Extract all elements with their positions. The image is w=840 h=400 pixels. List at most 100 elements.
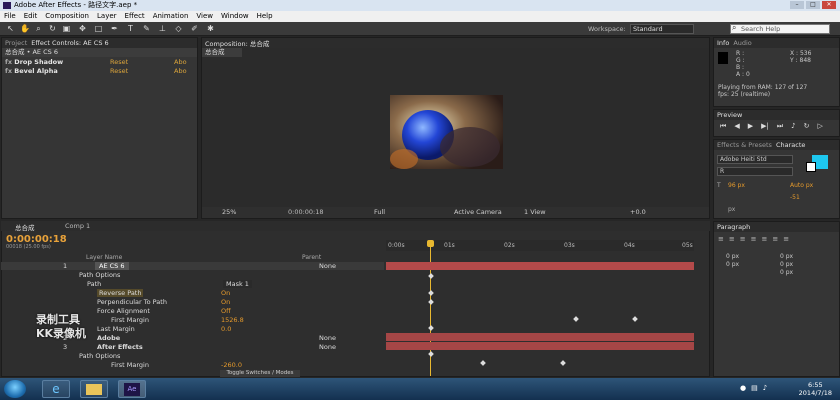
tray-icon[interactable]: ● (740, 384, 746, 392)
leading-value[interactable]: Auto px (790, 182, 813, 189)
type-tool-icon[interactable]: T (126, 24, 135, 33)
start-button[interactable] (4, 380, 26, 398)
zoom-select[interactable]: 25% (222, 208, 236, 217)
exposure-value[interactable]: +0.0 (630, 208, 646, 217)
about-drop-shadow-link[interactable]: Abo (174, 58, 187, 66)
layer-property-row[interactable]: Reverse Path On (1, 289, 384, 297)
hand-tool-icon[interactable]: ✋ (20, 24, 30, 33)
justify-center-icon[interactable]: ≡ (762, 235, 768, 243)
search-help-input[interactable]: Search Help (730, 24, 830, 34)
brush-tool-icon[interactable]: ✎ (142, 24, 151, 33)
tab-audio[interactable]: Audio (733, 39, 751, 47)
rotate-tool-icon[interactable]: ↻ (48, 24, 57, 33)
tracking-value[interactable]: -51 (790, 194, 800, 201)
font-family-select[interactable]: Adobe Heiti Std (717, 155, 793, 164)
font-size-icon: T (717, 182, 721, 189)
taskbar-clock[interactable]: 6:55 2014/7/18 (799, 381, 832, 397)
justify-right-icon[interactable]: ≡ (772, 235, 778, 243)
menu-composition[interactable]: Composition (45, 11, 89, 22)
layer-property-row[interactable]: Path Options (1, 271, 384, 279)
ie-taskbar-icon[interactable]: e (42, 380, 70, 398)
menu-help[interactable]: Help (257, 11, 273, 22)
next-frame-icon[interactable]: ▶| (761, 122, 769, 131)
tab-timeline-comp1[interactable]: Comp 1 (65, 222, 90, 230)
effect-bevel-alpha[interactable]: fx Bevel Alpha (5, 67, 58, 75)
stroke-color-swatch[interactable] (806, 162, 816, 172)
tab-project[interactable]: Project (5, 39, 27, 47)
layer-property-row[interactable]: Path Options (1, 352, 384, 360)
justify-all-icon[interactable]: ≡ (783, 235, 789, 243)
tab-character[interactable]: Characte (776, 141, 805, 149)
loop-icon[interactable]: ↻ (804, 122, 810, 131)
clone-tool-icon[interactable]: ⊥ (158, 24, 167, 33)
camera-select[interactable]: Active Camera (454, 208, 502, 217)
layer-row[interactable]: 1 AE CS 6 None (1, 262, 384, 270)
pan-behind-tool-icon[interactable]: ✥ (78, 24, 87, 33)
reset-drop-shadow-link[interactable]: Reset (110, 58, 128, 66)
about-bevel-alpha-link[interactable]: Abo (174, 67, 187, 75)
menu-layer[interactable]: Layer (97, 11, 117, 22)
layer-bar-1[interactable] (386, 262, 694, 270)
eraser-tool-icon[interactable]: ◇ (174, 24, 183, 33)
align-left-icon[interactable]: ≡ (718, 235, 724, 243)
play-icon[interactable]: ▶ (748, 122, 753, 131)
last-frame-icon[interactable]: ⏭ (777, 122, 783, 131)
layer-property-row[interactable]: Perpendicular To Path On (1, 298, 384, 306)
audio-icon[interactable]: ♪ (791, 122, 795, 131)
view-layout-select[interactable]: 1 View (524, 208, 546, 217)
align-right-icon[interactable]: ≡ (740, 235, 746, 243)
layer-property-row[interactable]: Path Mask 1 (1, 280, 384, 288)
pen-tool-icon[interactable]: ✒ (110, 24, 119, 33)
layer-row[interactable]: 3 After Effects None (1, 343, 384, 351)
tab-composition[interactable]: Composition: 总合成 (205, 38, 269, 48)
maximize-button[interactable]: □ (806, 1, 820, 9)
align-center-icon[interactable]: ≡ (729, 235, 735, 243)
tab-paragraph[interactable]: Paragraph (717, 223, 750, 231)
composition-subtab[interactable]: 总合成 (202, 48, 242, 57)
roto-brush-tool-icon[interactable]: ✐ (190, 24, 199, 33)
layer-bar-2[interactable] (386, 333, 694, 341)
stroke-width-value[interactable]: px (728, 206, 735, 213)
tray-volume-icon[interactable]: ♪ (763, 384, 767, 392)
menu-view[interactable]: View (196, 11, 213, 22)
tab-effects-presets[interactable]: Effects & Presets (717, 141, 772, 149)
resolution-select[interactable]: Full (374, 208, 385, 217)
current-time-field[interactable]: 0:00:00:18 (288, 208, 324, 217)
composition-viewer-image[interactable] (390, 95, 503, 169)
camera-tool-icon[interactable]: ▣ (62, 24, 71, 33)
tools-bar: ↖ ✋ ⌕ ↻ ▣ ✥ □ ✒ T ✎ ⊥ ◇ ✐ ✱ Workspace: S… (0, 22, 840, 36)
toggle-switches-modes-button[interactable]: Toggle Switches / Modes (220, 370, 300, 377)
menu-file[interactable]: File (4, 11, 16, 22)
menu-animation[interactable]: Animation (153, 11, 189, 22)
minimize-button[interactable]: – (790, 1, 804, 9)
window-title: Adobe After Effects - 路径文字.aep * (14, 1, 138, 9)
zoom-tool-icon[interactable]: ⌕ (34, 24, 43, 33)
menu-effect[interactable]: Effect (125, 11, 145, 22)
first-frame-icon[interactable]: ⏮ (720, 122, 726, 131)
tray-network-icon[interactable]: ▤ (751, 384, 758, 392)
tab-timeline-main[interactable]: 总合成 (15, 222, 35, 232)
after-effects-taskbar-icon[interactable]: Ae (118, 380, 146, 398)
time-indicator-head[interactable] (427, 240, 434, 247)
reset-bevel-alpha-link[interactable]: Reset (110, 67, 128, 75)
workspace-select[interactable]: Standard (630, 24, 694, 34)
menu-window[interactable]: Window (221, 11, 249, 22)
puppet-tool-icon[interactable]: ✱ (206, 24, 215, 33)
mask-tool-icon[interactable]: □ (94, 24, 103, 33)
close-button[interactable]: ✕ (822, 1, 836, 9)
effect-drop-shadow[interactable]: fx Drop Shadow (5, 58, 63, 66)
layer-property-row[interactable]: First Margin -260.0 (1, 361, 384, 369)
tab-effect-controls[interactable]: Effect Controls: AE CS 6 (31, 39, 108, 47)
explorer-taskbar-icon[interactable] (80, 380, 108, 398)
font-style-select[interactable]: R (717, 167, 793, 176)
selection-tool-icon[interactable]: ↖ (6, 24, 15, 33)
prev-frame-icon[interactable]: ◀ (734, 122, 739, 131)
layer-bar-3[interactable] (386, 342, 694, 350)
ram-preview-icon[interactable]: ▷ (818, 122, 823, 131)
workspace-label: Workspace: (588, 25, 626, 33)
tab-info[interactable]: Info (717, 39, 729, 47)
menu-edit[interactable]: Edit (24, 11, 38, 22)
font-size-value[interactable]: 96 px (728, 182, 745, 189)
tab-preview[interactable]: Preview (717, 111, 742, 119)
justify-left-icon[interactable]: ≡ (751, 235, 757, 243)
